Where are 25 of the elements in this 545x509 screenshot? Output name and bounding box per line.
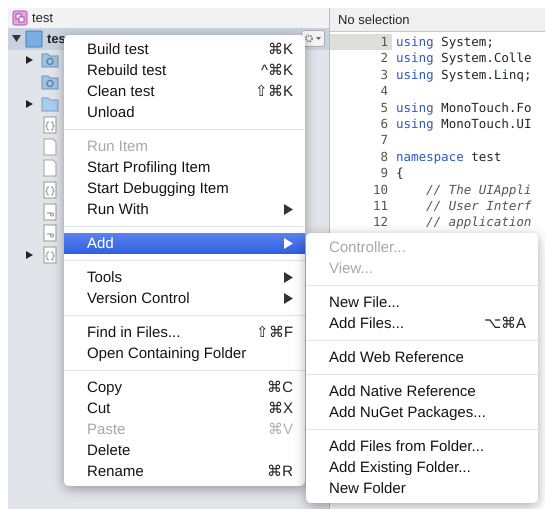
line-number: 2 [379,50,389,67]
code-line: // application [425,214,532,231]
code-line: using System; [395,34,494,50]
code-line: using System.Colle [395,50,532,67]
code-line: // User Interf [425,198,532,214]
line-number: 4 [379,83,389,100]
code-line: using MonoTouch.Fo [395,100,532,116]
line-number: 3 [379,66,389,84]
code-line: { [395,165,404,182]
line-number: 9 [379,165,389,182]
code-line: // The UIAppli [425,182,532,198]
line-number: 10 [372,182,389,198]
line-number: 7 [379,132,389,149]
line-number: 1 [330,34,392,50]
line-number: 5 [379,100,389,116]
line-number: 6 [379,116,389,132]
code-line: namespace test [395,148,502,166]
solution-title: test [32,9,53,28]
editor-title: No selection [338,10,410,29]
line-number: 11 [372,198,389,214]
project-name: tes [47,30,66,48]
line-number: 8 [379,148,389,166]
line-number: 12 [372,214,389,231]
code-line: using MonoTouch.UI [395,116,532,132]
code-line: using System.Linq; [395,66,532,84]
